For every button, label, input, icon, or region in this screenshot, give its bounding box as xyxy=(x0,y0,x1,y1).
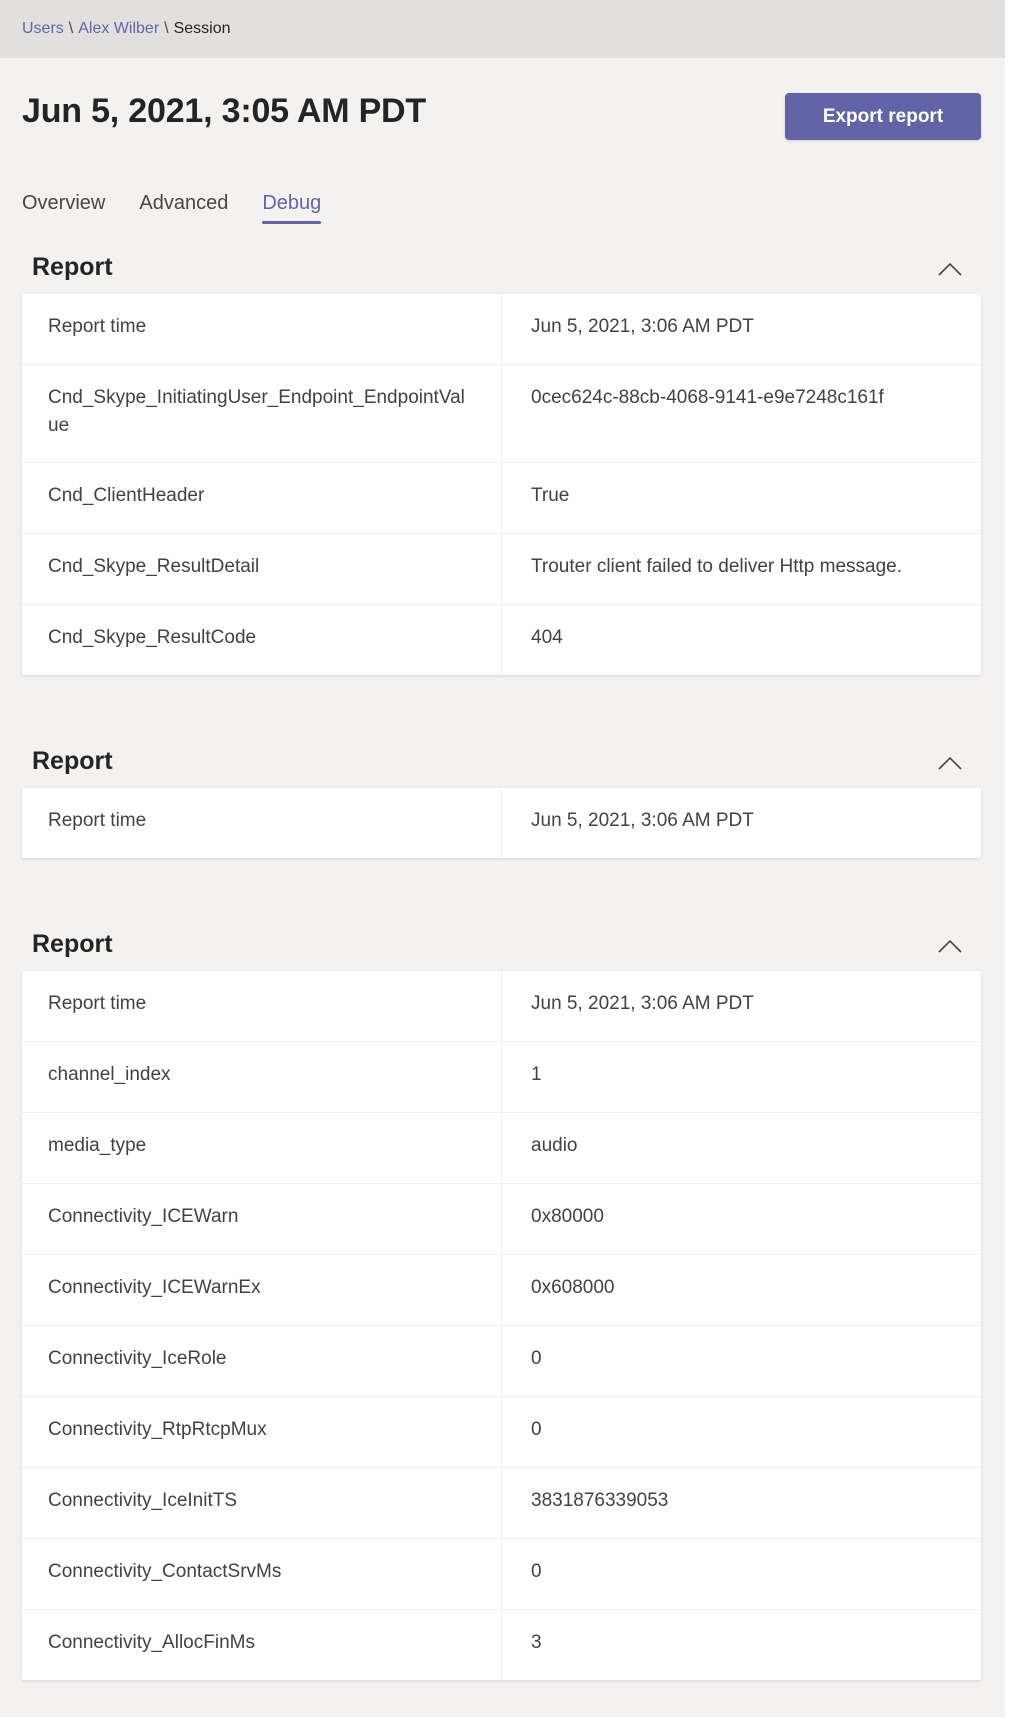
chevron-up-icon[interactable] xyxy=(937,754,963,774)
breadcrumb: Users \ Alex Wilber \ Session xyxy=(0,0,1005,58)
chevron-up-icon[interactable] xyxy=(937,260,963,280)
field-value: Jun 5, 2021, 3:06 AM PDT xyxy=(531,810,754,831)
page-header: Jun 5, 2021, 3:05 AM PDT Export report xyxy=(0,58,1005,158)
report-section-header: Report xyxy=(22,905,981,971)
field-key: channel_index xyxy=(22,1042,502,1112)
table-row: Connectivity_IceRole 0 xyxy=(22,1326,981,1397)
field-key: media_type xyxy=(22,1113,502,1183)
field-key: Connectivity_ICEWarnEx xyxy=(22,1255,502,1325)
field-value: 1 xyxy=(531,1064,542,1085)
table-row: Cnd_ClientHeader True xyxy=(22,463,981,534)
report-card: Report time Jun 5, 2021, 3:06 AM PDT Cnd… xyxy=(22,294,981,675)
session-page: Users \ Alex Wilber \ Session Jun 5, 202… xyxy=(0,0,1005,1717)
field-key: Connectivity_IceInitTS xyxy=(22,1468,502,1538)
section-title: Report xyxy=(32,253,113,281)
field-value: Jun 5, 2021, 3:06 AM PDT xyxy=(531,316,754,337)
table-row: Connectivity_IceInitTS 3831876339053 xyxy=(22,1468,981,1539)
field-key: Cnd_Skype_ResultCode xyxy=(22,605,502,675)
breadcrumb-separator: \ xyxy=(68,20,74,37)
table-row: Report time Jun 5, 2021, 3:06 AM PDT xyxy=(22,294,981,365)
report-card: Report time Jun 5, 2021, 3:06 AM PDT xyxy=(22,788,981,858)
field-key: Cnd_Skype_InitiatingUser_Endpoint_Endpoi… xyxy=(22,365,502,462)
breadcrumb-current: Session xyxy=(173,20,231,37)
report-section: Report Report time Jun 5, 2021, 3:06 AM … xyxy=(22,722,981,858)
field-value: 0cec624c-88cb-4068-9141-e9e7248c161f xyxy=(531,387,884,408)
field-value: 3 xyxy=(531,1632,542,1653)
table-row: channel_index 1 xyxy=(22,1042,981,1113)
field-key: Connectivity_IceRole xyxy=(22,1326,502,1396)
table-row: Connectivity_RtpRtcpMux 0 xyxy=(22,1397,981,1468)
field-value: 404 xyxy=(531,627,563,648)
field-value: Trouter client failed to deliver Http me… xyxy=(531,556,903,577)
breadcrumb-users-link[interactable]: Users xyxy=(22,20,64,38)
field-value: 0x80000 xyxy=(531,1206,604,1227)
field-key: Report time xyxy=(22,788,502,858)
section-title: Report xyxy=(32,930,113,958)
field-value: audio xyxy=(531,1135,578,1156)
chevron-up-icon[interactable] xyxy=(937,937,963,957)
field-key: Cnd_ClientHeader xyxy=(22,463,502,533)
table-row: Connectivity_AllocFinMs 3 xyxy=(22,1610,981,1680)
tab-advanced[interactable]: Advanced xyxy=(139,192,228,224)
report-section: Report Report time Jun 5, 2021, 3:06 AM … xyxy=(22,905,981,1680)
table-row: Connectivity_ICEWarn 0x80000 xyxy=(22,1184,981,1255)
field-value: 3831876339053 xyxy=(531,1490,669,1511)
report-section-header: Report xyxy=(22,722,981,788)
tab-bar: Overview Advanced Debug xyxy=(0,158,1005,228)
table-row: Report time Jun 5, 2021, 3:06 AM PDT xyxy=(22,788,981,858)
table-row: Cnd_Skype_ResultCode 404 xyxy=(22,605,981,675)
report-section-header: Report xyxy=(22,228,981,294)
breadcrumb-user-link[interactable]: Alex Wilber xyxy=(78,20,159,38)
table-row: media_type audio xyxy=(22,1113,981,1184)
field-key: Connectivity_ICEWarn xyxy=(22,1184,502,1254)
page-title: Jun 5, 2021, 3:05 AM PDT xyxy=(22,92,426,130)
tab-overview[interactable]: Overview xyxy=(22,192,105,224)
field-key: Connectivity_ContactSrvMs xyxy=(22,1539,502,1609)
table-row: Report time Jun 5, 2021, 3:06 AM PDT xyxy=(22,971,981,1042)
field-key: Connectivity_AllocFinMs xyxy=(22,1610,502,1680)
field-key: Cnd_Skype_ResultDetail xyxy=(22,534,502,604)
field-value: Jun 5, 2021, 3:06 AM PDT xyxy=(531,993,754,1014)
breadcrumb-separator: \ xyxy=(164,20,169,37)
field-key: Report time xyxy=(22,294,502,364)
field-value: True xyxy=(531,485,570,506)
section-title: Report xyxy=(32,747,113,775)
tab-debug[interactable]: Debug xyxy=(262,192,321,224)
table-row: Connectivity_ContactSrvMs 0 xyxy=(22,1539,981,1610)
field-value: 0x608000 xyxy=(531,1277,615,1298)
export-report-button[interactable]: Export report xyxy=(785,93,981,140)
table-row: Cnd_Skype_ResultDetail Trouter client fa… xyxy=(22,534,981,605)
report-card: Report time Jun 5, 2021, 3:06 AM PDT cha… xyxy=(22,971,981,1680)
report-section: Report Report time Jun 5, 2021, 3:06 AM … xyxy=(22,228,981,675)
table-row: Connectivity_ICEWarnEx 0x608000 xyxy=(22,1255,981,1326)
field-key: Report time xyxy=(22,971,502,1041)
field-value: 0 xyxy=(531,1419,542,1440)
field-value: 0 xyxy=(531,1561,542,1582)
table-row: Cnd_Skype_InitiatingUser_Endpoint_Endpoi… xyxy=(22,365,981,463)
field-key: Connectivity_RtpRtcpMux xyxy=(22,1397,502,1467)
field-value: 0 xyxy=(531,1348,542,1369)
